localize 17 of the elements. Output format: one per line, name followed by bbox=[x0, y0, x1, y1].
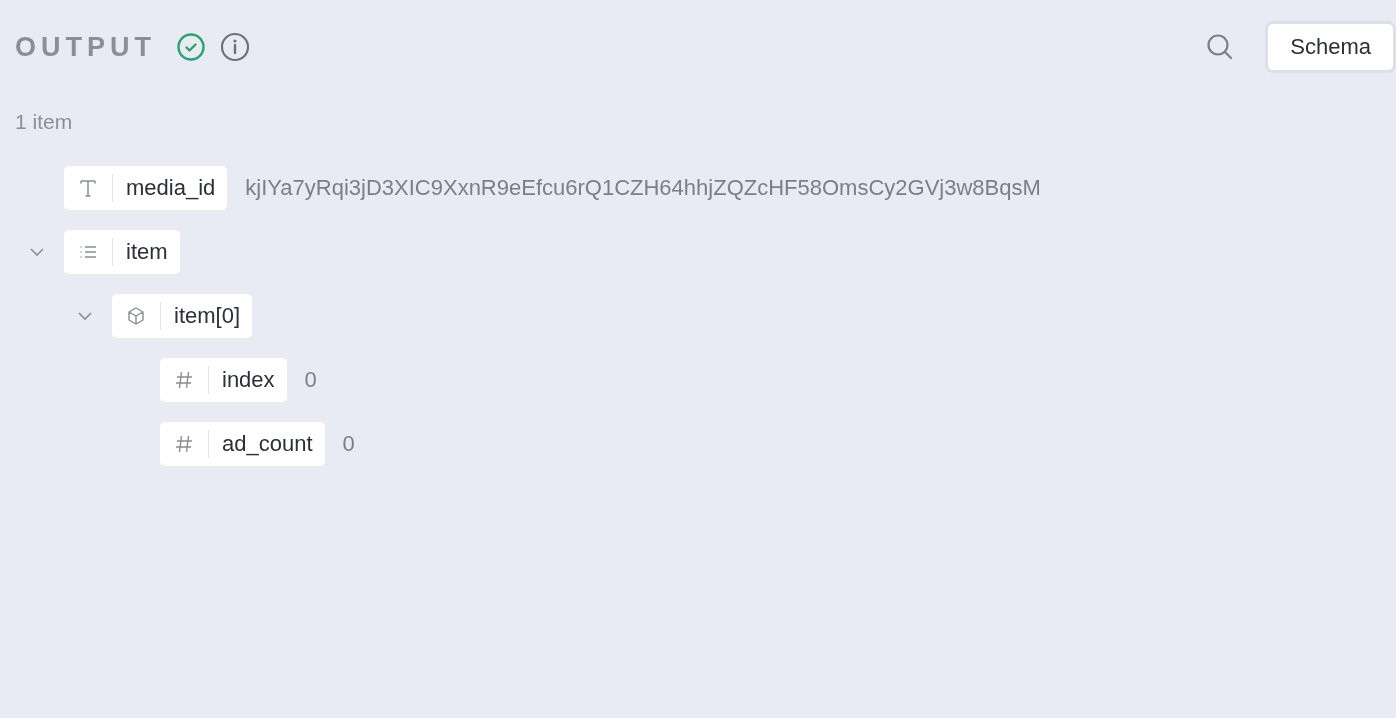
panel-title: OUTPUT bbox=[15, 31, 156, 63]
cube-icon bbox=[126, 306, 146, 326]
field-label: media_id bbox=[64, 166, 228, 210]
hash-icon bbox=[174, 370, 194, 390]
field-value: 0 bbox=[304, 367, 317, 393]
field-value: kjIYa7yRqi3jD3XIC9XxnR9eEfcu6rQ1CZH64hhjZQZcHF58OmsCy2GVj3w8BqsM bbox=[245, 175, 1041, 201]
check-circle-icon bbox=[176, 32, 206, 62]
hash-icon bbox=[174, 434, 194, 454]
item-count: 1 item bbox=[15, 110, 74, 134]
field-label: index bbox=[160, 358, 287, 402]
field-label: ad_count bbox=[160, 422, 325, 466]
field-label: item bbox=[64, 230, 180, 274]
info-icon[interactable] bbox=[220, 32, 250, 62]
text-type-icon bbox=[78, 178, 98, 198]
field-value: 0 bbox=[342, 431, 355, 457]
schema-button[interactable]: Schema bbox=[1265, 21, 1396, 73]
field-label: item[0] bbox=[112, 294, 253, 338]
